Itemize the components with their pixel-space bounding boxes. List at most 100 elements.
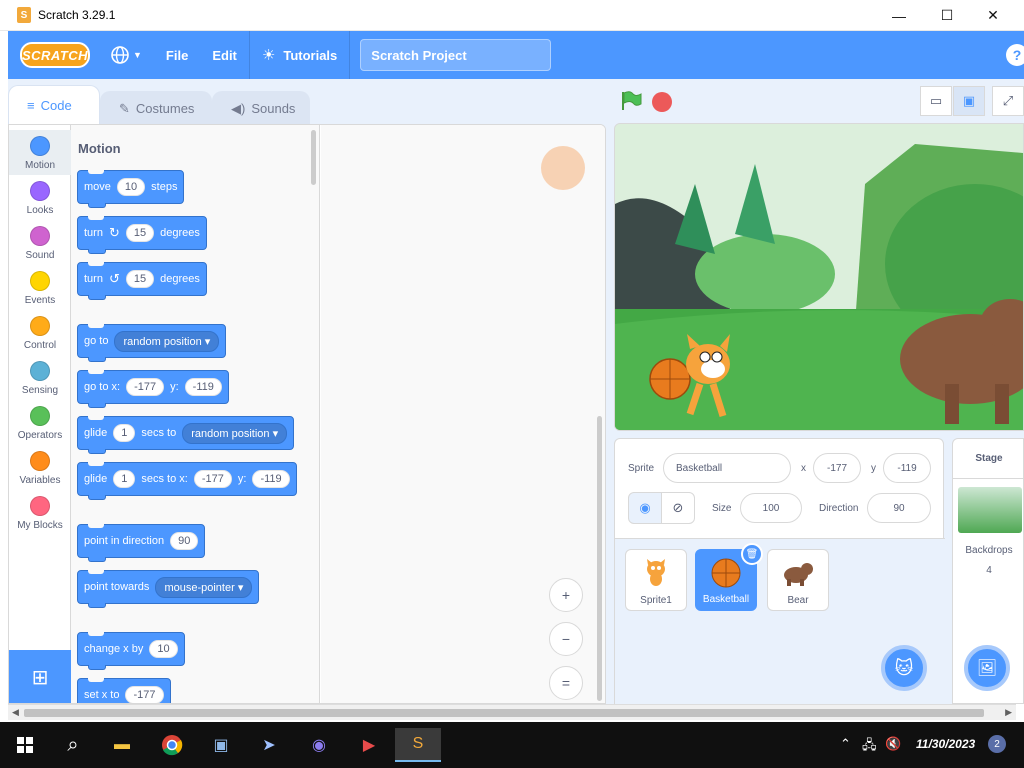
tab-sounds[interactable]: ◀) Sounds: [212, 91, 310, 125]
clock-date[interactable]: 11/30/2023: [916, 737, 975, 751]
sprite-thumb-label: Basketball: [702, 594, 750, 605]
volume-muted-icon[interactable]: 🔇: [885, 736, 901, 752]
block-text: set x to: [84, 689, 120, 701]
small-stage-button[interactable]: ▭: [920, 86, 952, 116]
block-text: move: [84, 181, 111, 193]
fullscreen-button[interactable]: ⤢: [992, 86, 1024, 116]
category-variables[interactable]: Variables: [9, 445, 71, 490]
add-backdrop-button[interactable]: 🖼: [964, 645, 1010, 691]
hide-sprite-button[interactable]: ⊘: [661, 492, 695, 524]
maximize-button[interactable]: ☐: [924, 0, 970, 31]
palette-scrollbar[interactable]: [311, 130, 316, 185]
stage-selector[interactable]: Stage Backdrops 4 🖼: [952, 438, 1024, 704]
app-button[interactable]: ◉: [302, 728, 336, 762]
category-my-blocks[interactable]: My Blocks: [9, 490, 71, 535]
category-events[interactable]: Events: [9, 265, 71, 310]
block-change-x[interactable]: change x by 10: [77, 632, 185, 670]
search-button[interactable]: ⌕: [56, 728, 90, 762]
language-menu[interactable]: ▼: [98, 31, 154, 79]
block-go-to-xy[interactable]: go to x: -177 y: -119: [77, 370, 229, 408]
chevron-up-icon[interactable]: ⌃: [840, 736, 851, 752]
scrollbar-thumb[interactable]: [24, 709, 984, 717]
scratch-taskbar-button[interactable]: S: [395, 728, 441, 762]
close-button[interactable]: ✕: [970, 0, 1016, 31]
remote-desktop-button[interactable]: ▣: [204, 728, 238, 762]
scroll-right-icon[interactable]: ▶: [1005, 707, 1012, 718]
sprite-thumb[interactable]: Bear: [767, 549, 829, 611]
category-looks[interactable]: Looks: [9, 175, 71, 220]
window-horizontal-scrollbar[interactable]: ◀ ▶: [8, 704, 1016, 720]
scratch-logo[interactable]: SCRATCH: [20, 42, 90, 68]
scripts-area[interactable]: + − =: [321, 125, 605, 703]
scroll-left-icon[interactable]: ◀: [12, 707, 19, 718]
sprite-thumb-selected[interactable]: Basketball 🗑: [695, 543, 763, 611]
block-move[interactable]: move 10 steps: [77, 170, 185, 208]
block-input[interactable]: 10: [116, 178, 146, 196]
zoom-reset-button[interactable]: =: [549, 666, 583, 700]
notification-badge[interactable]: 2: [988, 735, 1006, 753]
folder-icon: ▬: [114, 736, 130, 753]
file-menu[interactable]: File: [154, 31, 200, 79]
block-glide-xy[interactable]: glide 1 secs to x: -177 y: -119: [77, 462, 297, 500]
block-turn-right[interactable]: turn ↻ 15 degrees: [77, 216, 207, 254]
block-turn-left[interactable]: turn ↺ 15 degrees: [77, 262, 207, 300]
add-extension-button[interactable]: ⊞: [9, 650, 71, 703]
delete-sprite-button[interactable]: 🗑: [741, 543, 763, 565]
size-input[interactable]: 100: [740, 493, 802, 523]
recorder-button[interactable]: ▶: [352, 728, 386, 762]
zoom-out-button[interactable]: −: [549, 622, 583, 656]
x-input[interactable]: -177: [813, 453, 861, 483]
category-operators[interactable]: Operators: [9, 400, 71, 445]
block-set-x[interactable]: set x to -177: [77, 678, 171, 703]
block-go-to[interactable]: go to random position ▾: [77, 324, 227, 362]
block-text: turn: [84, 227, 103, 239]
stop-button[interactable]: [652, 92, 672, 112]
block-point-towards[interactable]: point towards mouse-pointer ▾: [77, 570, 260, 608]
category-sound[interactable]: Sound: [9, 220, 71, 265]
help-icon[interactable]: ?: [1006, 44, 1024, 66]
block-point-direction[interactable]: point in direction 90: [77, 524, 206, 562]
tab-code[interactable]: ≡ Code: [8, 85, 100, 125]
block-input[interactable]: 10: [149, 640, 178, 658]
block-input[interactable]: 1: [113, 470, 136, 488]
sprite-thumb[interactable]: Sprite1: [625, 549, 687, 611]
block-input[interactable]: 1: [113, 424, 136, 442]
block-input[interactable]: -177: [126, 378, 165, 396]
direction-input[interactable]: 90: [867, 493, 931, 523]
stage-canvas[interactable]: [614, 123, 1024, 431]
zoom-in-button[interactable]: +: [549, 578, 583, 612]
file-explorer-button[interactable]: ▬: [105, 728, 139, 762]
category-motion[interactable]: Motion: [9, 130, 71, 175]
tab-costumes[interactable]: ✎ Costumes: [100, 91, 212, 125]
y-input[interactable]: -119: [883, 453, 931, 483]
pointer-app-button[interactable]: ➤: [252, 728, 286, 762]
block-input[interactable]: 90: [170, 532, 199, 550]
block-input[interactable]: -119: [184, 378, 222, 396]
block-dropdown[interactable]: mouse-pointer ▾: [155, 576, 253, 598]
block-input[interactable]: 15: [125, 224, 155, 242]
tutorials-button[interactable]: ☀ Tutorials: [250, 31, 349, 79]
block-input[interactable]: -177: [125, 686, 164, 703]
block-dropdown[interactable]: random position ▾: [114, 330, 220, 352]
block-glide-to[interactable]: glide 1 secs to random position ▾: [77, 416, 295, 454]
project-title-input[interactable]: Scratch Project: [360, 39, 552, 71]
block-dropdown[interactable]: random position ▾: [182, 422, 288, 444]
start-button[interactable]: [8, 728, 42, 762]
add-sprite-button[interactable]: 🐱: [881, 645, 927, 691]
add-backdrop-icon: 🖼: [976, 660, 998, 677]
network-icon[interactable]: 🖧: [862, 736, 877, 758]
edit-menu[interactable]: Edit: [200, 31, 249, 79]
category-control[interactable]: Control: [9, 310, 71, 355]
scripts-scrollbar[interactable]: [597, 416, 602, 701]
minimize-button[interactable]: —: [876, 0, 922, 31]
show-sprite-button[interactable]: ◉: [628, 492, 662, 524]
green-flag-button[interactable]: [620, 90, 642, 110]
large-stage-button[interactable]: ▣: [953, 86, 985, 116]
chrome-button[interactable]: [155, 728, 189, 762]
block-input[interactable]: -177: [193, 470, 232, 488]
block-input[interactable]: -119: [252, 470, 290, 488]
block-input[interactable]: 15: [125, 270, 155, 288]
green-flag-icon: [622, 91, 642, 110]
sprite-name-input[interactable]: Basketball: [663, 453, 791, 483]
category-sensing[interactable]: Sensing: [9, 355, 71, 400]
